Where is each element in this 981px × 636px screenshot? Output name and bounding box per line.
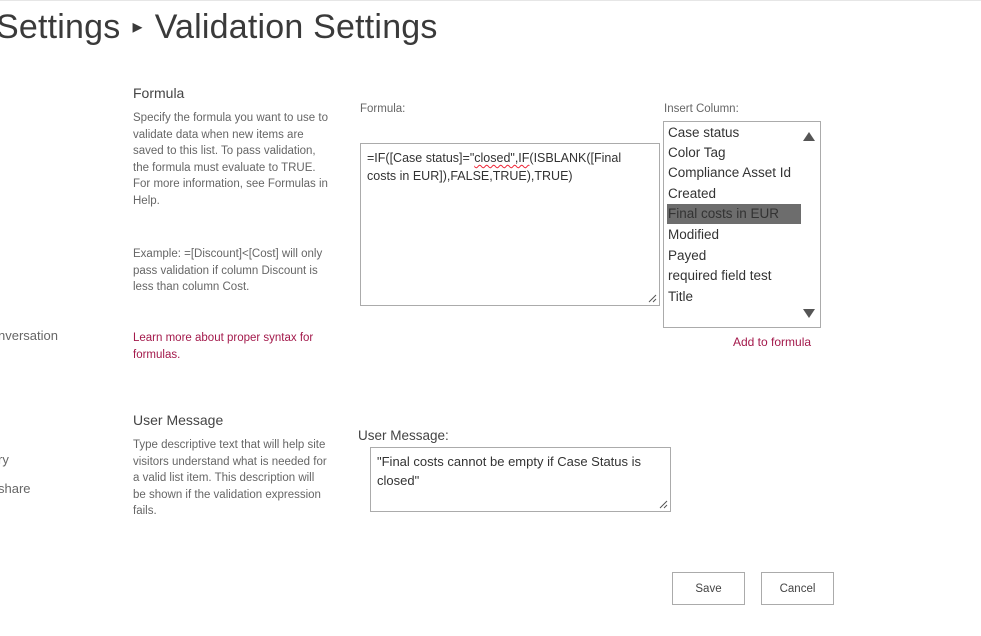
resize-grip-icon[interactable] bbox=[659, 500, 668, 509]
user-message-text: "Final costs cannot be empty if Case Sta… bbox=[377, 454, 642, 488]
user-message-label: User Message: bbox=[358, 428, 449, 443]
breadcrumb-settings[interactable]: Settings bbox=[0, 8, 120, 46]
breadcrumb-current: Validation Settings bbox=[154, 8, 438, 46]
top-border bbox=[0, 0, 981, 1]
formula-textarea[interactable]: =IF([Case status]="closed",IF(ISBLANK([F… bbox=[360, 143, 660, 306]
user-message-description: Type descriptive text that will help sit… bbox=[133, 439, 327, 517]
left-nav-item-share[interactable]: share bbox=[0, 481, 31, 496]
left-nav-item-conversation[interactable]: nversation bbox=[0, 328, 58, 343]
column-option[interactable]: Case status bbox=[667, 123, 801, 143]
formula-description: Specify the formula you want to use to v… bbox=[133, 112, 328, 207]
learn-more-link[interactable]: Learn more about proper syntax for formu… bbox=[133, 330, 328, 363]
formula-heading: Formula bbox=[133, 85, 185, 101]
column-option[interactable]: Modified bbox=[667, 225, 801, 245]
insert-column-listbox[interactable]: Case status Color Tag Compliance Asset I… bbox=[663, 121, 821, 328]
column-option[interactable]: required field test bbox=[667, 266, 801, 286]
cancel-button[interactable]: Cancel bbox=[761, 572, 834, 605]
formula-text-part2: closed",IF bbox=[474, 151, 530, 165]
user-message-heading: User Message bbox=[133, 412, 224, 428]
insert-column-label: Insert Column: bbox=[664, 103, 739, 115]
user-message-textarea[interactable]: "Final costs cannot be empty if Case Sta… bbox=[370, 447, 671, 512]
scroll-down-arrow-icon[interactable] bbox=[803, 309, 815, 318]
formula-text-part1: =IF([Case status]=" bbox=[367, 151, 475, 165]
column-option[interactable]: Compliance Asset Id bbox=[667, 163, 801, 183]
add-to-formula-link[interactable]: Add to formula bbox=[733, 334, 811, 351]
left-nav-item-history[interactable]: ry bbox=[0, 452, 9, 467]
column-option[interactable]: Color Tag bbox=[667, 143, 801, 163]
formula-label: Formula: bbox=[360, 103, 406, 115]
column-option[interactable]: Created bbox=[667, 184, 801, 204]
scroll-up-arrow-icon[interactable] bbox=[803, 132, 815, 141]
breadcrumb-separator-icon: ▸ bbox=[132, 15, 143, 38]
save-button[interactable]: Save bbox=[672, 572, 745, 605]
column-option[interactable]: Payed bbox=[667, 246, 801, 266]
column-option[interactable]: Title bbox=[667, 287, 801, 307]
page-title: Settings ▸ Validation Settings bbox=[0, 8, 438, 47]
resize-grip-icon[interactable] bbox=[648, 294, 657, 303]
column-option-selected[interactable]: Final costs in EUR bbox=[667, 204, 801, 224]
formula-example: Example: =[Discount]<[Cost] will only pa… bbox=[133, 248, 323, 293]
